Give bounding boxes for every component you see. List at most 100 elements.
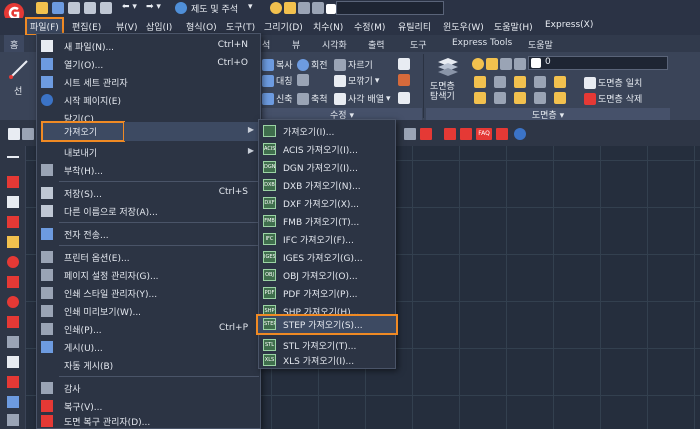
erase-button[interactable]: [398, 58, 410, 70]
toolbar-icon-6[interactable]: [460, 128, 472, 140]
menu-item-import[interactable]: 가져오기: [41, 121, 125, 142]
submenu-item-fmb[interactable]: FMB FMB 가져오기(T)...: [259, 212, 395, 230]
ribbon-layer-on-icon[interactable]: [472, 58, 484, 70]
submenu-item-dxb[interactable]: DXB DXB 가져오기(N)...: [259, 176, 395, 194]
layer-properties-icon[interactable]: [436, 56, 460, 78]
submenu-item-iges[interactable]: IGES IGES 가져오기(G)...: [259, 248, 395, 266]
submenu-item-ifc[interactable]: IFC IFC 가져오기(F)...: [259, 230, 395, 248]
print-icon[interactable]: [100, 2, 112, 14]
layer-match-button[interactable]: 도면층 일치: [584, 76, 642, 89]
menu-item-new[interactable]: 새 파일(N)... Ctrl+N: [37, 37, 260, 55]
submenu-item-acis[interactable]: ACIS ACIS 가져오기(I)...: [259, 140, 395, 158]
layer-tool-2-icon[interactable]: [494, 76, 506, 88]
tab-tools[interactable]: 도구: [410, 38, 427, 51]
menu-view[interactable]: 뷰(V): [116, 20, 137, 33]
draw-pline-icon[interactable]: [7, 176, 19, 188]
tab-visualize[interactable]: 시각화: [322, 38, 347, 51]
menu-format[interactable]: 형식(O): [186, 20, 217, 33]
menu-item-auto-publish[interactable]: 자동 게시(B): [37, 356, 260, 374]
tab-output[interactable]: 출력: [368, 38, 385, 51]
rotate-button[interactable]: 회전: [297, 58, 328, 71]
menu-modify[interactable]: 수정(M): [354, 20, 385, 33]
menu-tools[interactable]: 도구(T): [226, 20, 255, 33]
make-block-icon[interactable]: [7, 356, 19, 368]
insert-block-icon[interactable]: [7, 336, 19, 348]
menu-item-plot-style[interactable]: 인쇄 스타일 관리자(Y)...: [37, 284, 260, 302]
workspace-selector[interactable]: 제도 및 주석: [191, 2, 238, 15]
menu-item-export[interactable]: 내보내기 ▶: [37, 143, 260, 161]
stretch-button[interactable]: 신축: [262, 92, 293, 105]
layer-tool-9-icon[interactable]: [534, 92, 546, 104]
array-button[interactable]: 사각 배열 ▾: [334, 92, 391, 105]
pedit-button[interactable]: [398, 92, 410, 104]
menu-item-drawing-recovery[interactable]: 도면 복구 관리자(D)...: [37, 412, 260, 429]
menu-edit[interactable]: 편집(E): [72, 20, 101, 33]
draw-polygon-icon[interactable]: [7, 196, 19, 208]
menu-item-save[interactable]: 저장(S)... Ctrl+S: [37, 184, 260, 202]
menu-item-printer-options[interactable]: 프린터 옵션(E)...: [37, 248, 260, 266]
ribbon-layer-lock-icon[interactable]: [500, 58, 512, 70]
copy-button[interactable]: 복사: [262, 58, 293, 71]
menu-item-save-as[interactable]: 다른 이름으로 저장(A)...: [37, 202, 260, 220]
toolbar-icon-2[interactable]: [22, 128, 34, 140]
faq-icon[interactable]: FAQ: [476, 128, 492, 140]
layer-tool-10-icon[interactable]: [554, 92, 566, 104]
layer-color-swatch[interactable]: [326, 4, 336, 14]
menu-help[interactable]: 도움말(H): [494, 20, 533, 33]
open-file-icon[interactable]: [52, 2, 64, 14]
tab-home[interactable]: 홈: [4, 35, 25, 52]
draw-ellipse-icon[interactable]: [7, 296, 19, 308]
layer-tool-4-icon[interactable]: [534, 76, 546, 88]
mirror-button[interactable]: 대칭: [262, 74, 293, 87]
menu-item-etransmit[interactable]: 전자 전송...: [37, 225, 260, 243]
submenu-item-xls[interactable]: XLS XLS 가져오기(I)...: [259, 351, 395, 369]
menu-item-start-page[interactable]: 시작 페이지(E): [37, 91, 260, 109]
layer-lock-icon[interactable]: [298, 2, 310, 14]
save-icon[interactable]: [68, 2, 80, 14]
menu-item-open[interactable]: 열기(O)... Ctrl+O: [37, 55, 260, 73]
line-tool-icon[interactable]: [8, 58, 30, 80]
layer-dropdown[interactable]: [336, 1, 444, 15]
draw-line-icon[interactable]: [7, 156, 19, 158]
layer-on-icon[interactable]: [270, 2, 282, 14]
submenu-item-step[interactable]: STEP STEP 가져오기(S)...: [256, 314, 398, 335]
tab-express-tools[interactable]: Express Tools: [452, 38, 512, 48]
region-icon[interactable]: [7, 414, 19, 426]
layer-tool-7-icon[interactable]: [494, 92, 506, 104]
menu-insert[interactable]: 삽입(I): [146, 20, 172, 33]
menu-draw[interactable]: 그리기(D): [264, 20, 303, 33]
scale-button[interactable]: 축척: [297, 92, 328, 105]
layer-delete-button[interactable]: 도면층 삭제: [584, 92, 642, 105]
point-icon[interactable]: [7, 376, 19, 388]
layer-plot-icon[interactable]: [312, 2, 324, 14]
menu-dimension[interactable]: 치수(N): [313, 20, 343, 33]
menu-item-attach[interactable]: 부착(H)...: [37, 161, 260, 179]
toolbar-icon-4[interactable]: [420, 128, 432, 140]
explode-button[interactable]: [398, 74, 410, 86]
submenu-item-dxf[interactable]: DXF DXF 가져오기(X)...: [259, 194, 395, 212]
submenu-item-obj[interactable]: OBJ OBJ 가져오기(O)...: [259, 266, 395, 284]
menu-window[interactable]: 윈도우(W): [443, 20, 484, 33]
toolbar-icon-1[interactable]: [8, 128, 20, 140]
submenu-item-pdf[interactable]: PDF PDF 가져오기(P)...: [259, 284, 395, 302]
draw-spline-icon[interactable]: [7, 276, 19, 288]
draw-arc-icon[interactable]: [7, 236, 19, 248]
menu-item-publish[interactable]: 게시(U)...: [37, 338, 260, 356]
menu-item-import-row[interactable]: ▶: [124, 122, 260, 141]
submenu-item-import[interactable]: 가져오기(I)...: [259, 122, 395, 140]
workspace-gear-icon[interactable]: [175, 2, 187, 14]
draw-ellipse-arc-icon[interactable]: [7, 316, 19, 328]
toolbar-icon-7[interactable]: [496, 128, 508, 140]
toolbar-icon-5[interactable]: [444, 128, 456, 140]
tab-annotate[interactable]: 석: [262, 38, 270, 51]
line-tool-label[interactable]: 선: [14, 84, 22, 97]
layer-tool-1-icon[interactable]: [474, 76, 486, 88]
redo-icon[interactable]: ➡ ▾: [146, 2, 161, 12]
draw-rectangle-icon[interactable]: [7, 216, 19, 228]
hatch-icon[interactable]: [7, 396, 19, 408]
layer-panel-label[interactable]: 도면층 ▾: [426, 108, 670, 121]
menu-item-page-setup[interactable]: 페이지 설정 관리자(G)...: [37, 266, 260, 284]
layer-tool-5-icon[interactable]: [554, 76, 566, 88]
menu-utilities[interactable]: 유틸리티: [398, 20, 431, 33]
menu-item-print[interactable]: 인쇄(P)... Ctrl+P: [37, 320, 260, 338]
